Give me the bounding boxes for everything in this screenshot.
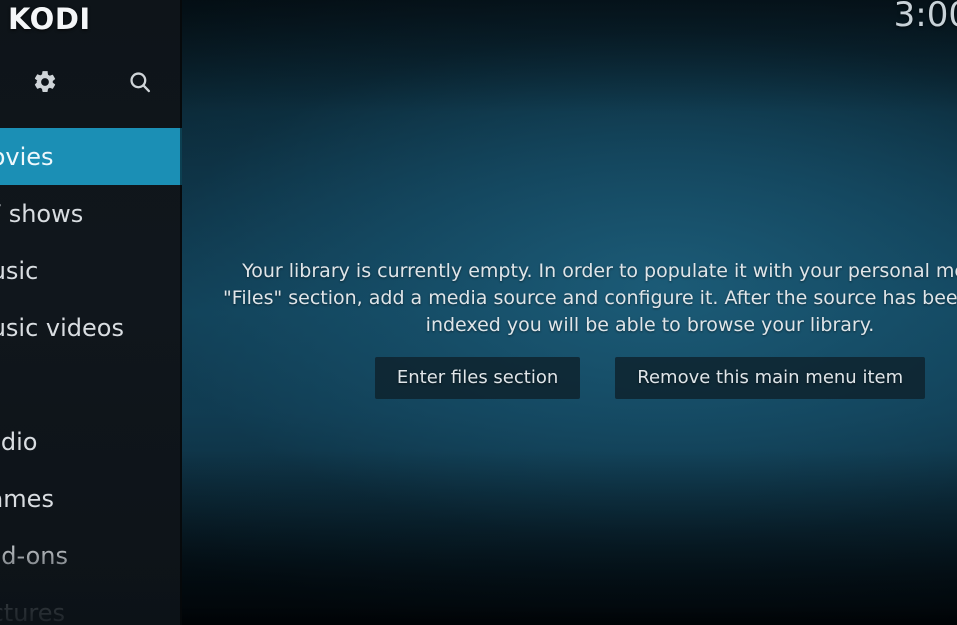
sidebar-item-label: Radio (0, 427, 38, 456)
empty-library-message: Your library is currently empty. In orde… (223, 260, 957, 336)
sidebar-item-label: TV shows (0, 199, 84, 228)
gear-icon (32, 69, 58, 95)
kodi-home-screen: 3:00 Your library is currently empty. In… (0, 0, 957, 625)
enter-files-section-button[interactable]: Enter files section (374, 357, 581, 399)
sidebar-divider (180, 0, 182, 625)
sidebar-item-music-videos[interactable]: Music videos (0, 299, 182, 356)
sidebar-item-movies[interactable]: Movies (0, 128, 182, 185)
sidebar-item-label: Add-ons (0, 541, 68, 570)
sidebar-item-add-ons[interactable]: Add-ons (0, 527, 182, 584)
search-button[interactable] (122, 64, 158, 100)
empty-library-actions: Enter files section Remove this main men… (210, 357, 957, 399)
sidebar-item-tv-shows[interactable]: TV shows (0, 185, 182, 242)
sidebar-item-label: Music (0, 256, 39, 285)
clock: 3:00 (893, 0, 957, 35)
remove-main-menu-item-button[interactable]: Remove this main menu item (615, 357, 926, 399)
kodi-logo: KODI (8, 2, 91, 36)
sidebar-item-games[interactable]: Games (0, 470, 182, 527)
main-menu: Movies TV shows Music Music videos TV Radio Ga… (0, 128, 182, 625)
sidebar-item-music[interactable]: Music (0, 242, 182, 299)
search-icon (127, 69, 153, 95)
sidebar-item-label: Pictures (0, 598, 66, 625)
sidebar-item-radio[interactable]: Radio (0, 413, 182, 470)
empty-library-panel: Your library is currently empty. In orde… (182, 258, 957, 399)
sidebar-item-tv[interactable]: TV (0, 356, 182, 413)
sidebar-item-label: Games (0, 484, 54, 513)
sidebar: KODI Movies TV shows Music Music videos TV Ra… (0, 0, 182, 625)
settings-button[interactable] (27, 64, 63, 100)
sidebar-item-label: Movies (0, 142, 54, 171)
sidebar-item-label: Music videos (0, 313, 124, 342)
sidebar-item-pictures[interactable]: Pictures (0, 584, 182, 625)
